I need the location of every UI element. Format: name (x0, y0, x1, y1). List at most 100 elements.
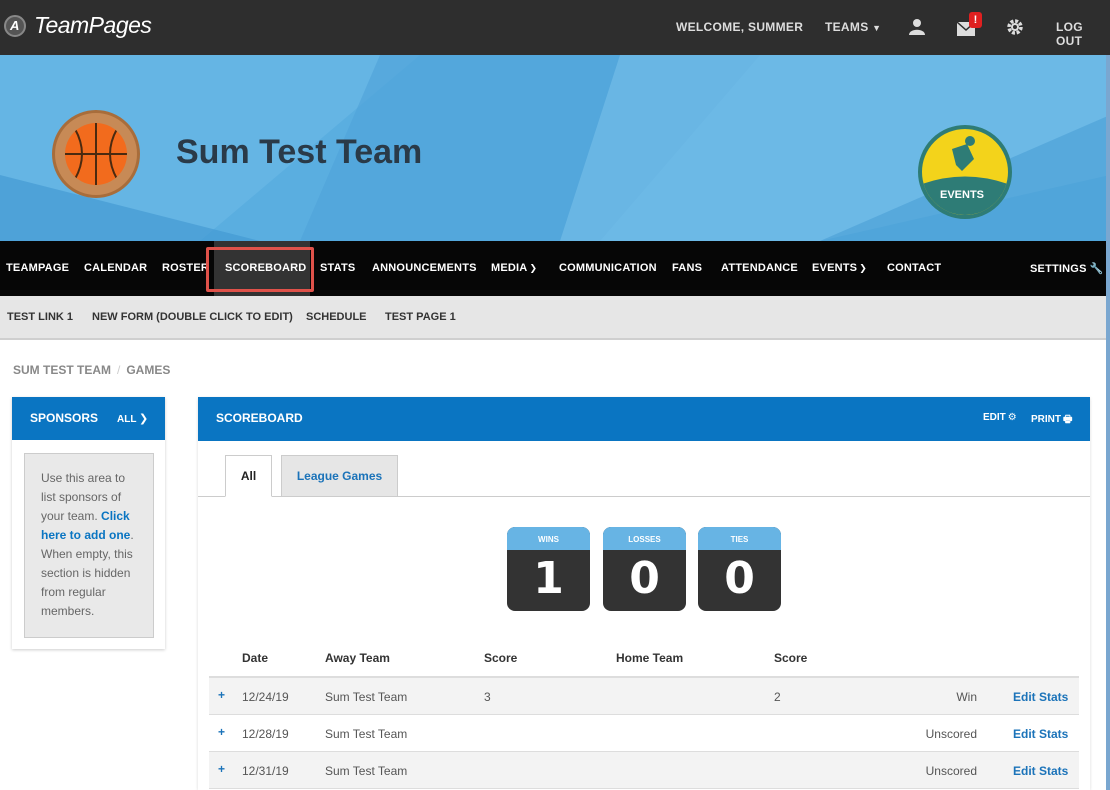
game-date: 12/28/19 (242, 727, 289, 741)
scoreboard-highlight-box (206, 247, 314, 292)
tab-league-games[interactable]: League Games (281, 455, 398, 497)
nav-attendance[interactable]: ATTENDANCE (721, 262, 798, 274)
teams-label: TEAMS (825, 20, 869, 34)
ties-value: 0 (724, 553, 755, 604)
sponsors-title: SPONSORS (30, 411, 99, 425)
sponsors-all-label: ALL (117, 414, 137, 425)
breadcrumb-team[interactable]: SUM TEST TEAM (13, 363, 111, 377)
wins-label: WINS (507, 527, 590, 550)
subnav-new-form[interactable]: NEW FORM (DOUBLE CLICK TO EDIT) (92, 311, 293, 323)
nav-contact[interactable]: CONTACT (887, 262, 941, 274)
wins-value: 1 (533, 553, 564, 604)
nav-roster[interactable]: ROSTER (162, 262, 209, 274)
col-date: Date (242, 651, 269, 665)
nav-announcements[interactable]: ANNOUNCEMENTS (372, 262, 477, 274)
logout-link[interactable]: LOG OUT (1056, 20, 1110, 48)
window-edge (1106, 55, 1110, 790)
nav-media-label: MEDIA (491, 262, 528, 274)
user-icon[interactable] (908, 18, 926, 36)
edit-stats-link[interactable]: Edit Stats (1013, 690, 1068, 704)
table-row[interactable]: + 12/28/19 Sum Test Team Unscored Edit S… (209, 715, 1079, 752)
nav-stats[interactable]: STATS (320, 262, 355, 274)
game-result: Unscored (925, 727, 977, 741)
col-away-score: Score (484, 651, 518, 665)
sponsors-widget: SPONSORS ALL ❯ Use this area to list spo… (12, 397, 165, 649)
col-away-team: Away Team (325, 651, 390, 665)
scoreboard-title: SCOREBOARD (216, 411, 303, 425)
table-row[interactable]: + 12/31/19 Sum Test Team Unscored Edit S… (209, 752, 1079, 789)
mail-badge: ! (969, 12, 982, 28)
breadcrumb: SUM TEST TEAM / GAMES (13, 363, 170, 377)
top-bar: TeamPages WELCOME, SUMMER TEAMS ▼ ! LOG … (0, 0, 1110, 55)
game-date: 12/31/19 (242, 764, 289, 778)
subnav-test-page-1[interactable]: TEST PAGE 1 (385, 311, 456, 323)
game-result: Unscored (925, 764, 977, 778)
wrench-icon: 🔧 (1089, 263, 1104, 275)
expand-icon[interactable]: + (218, 725, 225, 739)
caret-down-icon: ▼ (872, 23, 882, 33)
game-home-score: 2 (774, 690, 781, 704)
game-away-team: Sum Test Team (325, 764, 408, 778)
col-home-score: Score (774, 651, 808, 665)
logo-icon (4, 14, 26, 37)
nav-calendar[interactable]: CALENDAR (84, 262, 147, 274)
expand-icon[interactable]: + (218, 688, 225, 702)
print-label: PRINT (1031, 414, 1061, 425)
losses-stat: LOSSES 0 (603, 527, 686, 611)
games-table-header: Date Away Team Score Home Team Score (209, 640, 1079, 678)
scoreboard-panel: SCOREBOARD EDIT ⚙ PRINT 🖶 All League Games… (198, 397, 1090, 790)
chevron-down-icon: ❯ (529, 263, 538, 273)
gear-icon[interactable] (1006, 18, 1024, 36)
ties-label: TIES (698, 527, 781, 550)
tab-all[interactable]: All (225, 455, 272, 497)
ties-stat: TIES 0 (698, 527, 781, 611)
teampages-logo[interactable]: TeamPages (4, 12, 152, 39)
nav-settings[interactable]: SETTINGS 🔧 (1030, 262, 1104, 275)
edit-button[interactable]: EDIT ⚙ (983, 412, 1017, 423)
table-row[interactable]: + 12/24/19 Sum Test Team 3 2 Win Edit St… (209, 678, 1079, 715)
sponsors-all-link[interactable]: ALL ❯ (117, 412, 148, 425)
col-home-team: Home Team (616, 651, 684, 665)
sponsors-empty-message: Use this area to list sponsors of your t… (24, 453, 154, 638)
team-logo (52, 110, 140, 198)
nav-communication[interactable]: COMMUNICATION (559, 262, 657, 274)
losses-label: LOSSES (603, 527, 686, 550)
gear-icon: ⚙ (1007, 412, 1017, 423)
nav-media[interactable]: MEDIA ❯ (491, 262, 537, 274)
nav-fans[interactable]: FANS (672, 262, 702, 274)
nav-teampage[interactable]: TEAMPAGE (6, 262, 69, 274)
edit-stats-link[interactable]: Edit Stats (1013, 764, 1068, 778)
team-name: Sum Test Team (176, 133, 423, 171)
expand-icon[interactable]: + (218, 762, 225, 776)
games-table: Date Away Team Score Home Team Score + 1… (209, 640, 1079, 789)
subnav-schedule[interactable]: SCHEDULE (306, 311, 367, 323)
sponsors-header: SPONSORS ALL ❯ (12, 397, 165, 440)
welcome-link[interactable]: WELCOME, SUMMER (676, 20, 803, 34)
main-nav: TEAMPAGE CALENDAR ROSTER SCOREBOARD STAT… (0, 241, 1110, 296)
game-result: Win (956, 690, 977, 704)
game-away-score: 3 (484, 690, 491, 704)
scoreboard-header: SCOREBOARD EDIT ⚙ PRINT 🖶 (198, 397, 1090, 441)
wins-stat: WINS 1 (507, 527, 590, 611)
edit-stats-link[interactable]: Edit Stats (1013, 727, 1068, 741)
printer-icon: 🖶 (1063, 414, 1073, 425)
nav-events[interactable]: EVENTS ❯ (812, 262, 867, 274)
brand-name: TeamPages (34, 12, 152, 38)
sponsor-logo: EVENTS (918, 125, 1012, 219)
game-date: 12/24/19 (242, 690, 289, 704)
breadcrumb-separator: / (117, 363, 121, 377)
sub-nav: TEST LINK 1 NEW FORM (DOUBLE CLICK TO ED… (0, 296, 1110, 340)
subnav-test-link-1[interactable]: TEST LINK 1 (7, 311, 73, 323)
edit-label: EDIT (983, 412, 1006, 423)
team-banner: Sum Test Team EVENTS (0, 55, 1110, 241)
basketball-icon (65, 123, 127, 185)
chevron-right-icon: ❯ (139, 413, 149, 425)
teams-menu[interactable]: TEAMS ▼ (825, 20, 881, 34)
print-button[interactable]: PRINT 🖶 (1031, 412, 1072, 429)
sponsor-logo-text: EVENTS (940, 189, 985, 201)
chevron-down-icon: ❯ (859, 263, 867, 273)
nav-events-label: EVENTS (812, 262, 858, 274)
losses-value: 0 (629, 553, 660, 604)
breadcrumb-page: GAMES (126, 363, 171, 377)
nav-settings-label: SETTINGS (1030, 263, 1087, 275)
